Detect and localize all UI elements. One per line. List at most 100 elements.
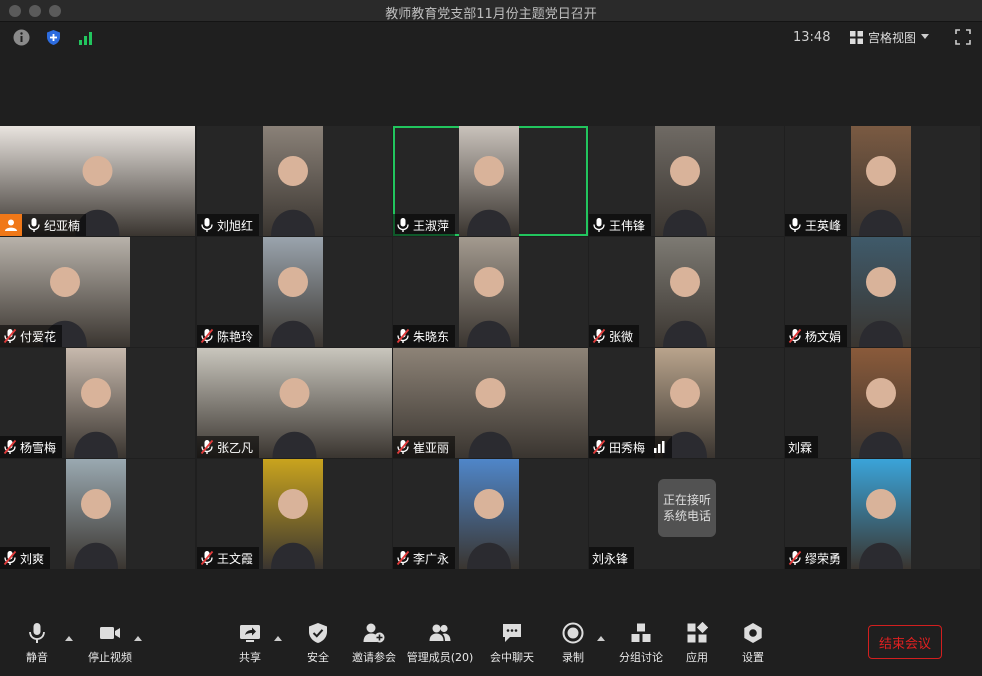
microphone-icon	[397, 218, 409, 232]
microphone-muted-icon	[396, 328, 410, 344]
participant-nameplate: 陈艳玲	[197, 325, 260, 347]
participant-video	[655, 237, 715, 347]
participant-name: 张乙凡	[217, 440, 254, 455]
participant-tile[interactable]: 刘旭红	[197, 126, 392, 236]
participant-tile[interactable]: 王伟锋	[589, 126, 784, 236]
participant-tile[interactable]: 正在接听系统电话刘永锋	[589, 459, 784, 569]
person-silhouette-icon	[663, 267, 707, 347]
settings-button[interactable]: 设置	[718, 622, 788, 672]
mute-button[interactable]: 静音	[2, 622, 72, 672]
record-icon	[562, 622, 584, 644]
connection-signal-icon[interactable]	[77, 29, 94, 46]
grid-view-icon	[850, 30, 863, 44]
participant-tile[interactable]: 朱晓东	[393, 237, 588, 347]
participant-tile[interactable]: 张微	[589, 237, 784, 347]
person-silhouette-icon	[74, 489, 118, 569]
person-silhouette-icon	[859, 156, 903, 236]
participant-name: 张微	[609, 329, 634, 344]
stop-video-button[interactable]: 停止视频	[75, 622, 145, 672]
participant-tile[interactable]: 缪荣勇	[785, 459, 980, 569]
participant-tile[interactable]: 王英峰	[785, 126, 980, 236]
gear-icon	[744, 623, 762, 643]
share-label: 共享	[239, 651, 261, 664]
security-label: 安全	[307, 651, 329, 664]
share-screen-icon	[240, 625, 260, 642]
end-meeting-button[interactable]: 结束会议	[868, 625, 942, 659]
participant-tile[interactable]: 刘爽	[0, 459, 195, 569]
participant-nameplate: 王文霞	[197, 547, 260, 569]
microphone-muted-icon	[592, 439, 606, 455]
manage-participants-label: 管理成员(20)	[406, 651, 474, 664]
participant-nameplate: 王淑萍	[393, 214, 456, 236]
apps-icon	[687, 622, 708, 643]
person-silhouette-icon	[663, 156, 707, 236]
person-silhouette-icon	[271, 156, 315, 236]
video-options-caret[interactable]	[134, 636, 142, 641]
participant-video	[263, 459, 323, 569]
meeting-top-bar: 13:48 宫格视图	[0, 22, 982, 52]
manage-participants-button[interactable]: 管理成员(20)	[405, 622, 475, 672]
participant-tile[interactable]: 王淑萍	[393, 126, 588, 236]
participant-name: 田秀梅	[609, 440, 646, 455]
microphone-muted-icon	[3, 439, 17, 455]
participant-nameplate: 王伟锋	[589, 214, 652, 236]
host-icon	[5, 219, 17, 231]
participant-tile[interactable]: 杨文娟	[785, 237, 980, 347]
security-shield-icon[interactable]	[45, 29, 62, 46]
video-grid: 纪亚楠 刘旭红 王淑萍 王伟锋 王英峰付爱花 陈艳玲 朱晓东 张微 杨文娟杨雪梅 张乙凡 崔亚丽 田秀…	[0, 126, 982, 571]
share-options-caret[interactable]	[274, 636, 282, 641]
microphone-muted-icon	[788, 550, 802, 566]
chat-button[interactable]: 会中聊天	[477, 622, 547, 672]
participant-tile[interactable]: 张乙凡	[197, 348, 392, 458]
microphone-muted-icon	[396, 550, 410, 566]
invite-button[interactable]: 邀请参会	[339, 622, 409, 672]
view-mode-label: 宫格视图	[868, 30, 917, 45]
stop-video-label: 停止视频	[88, 651, 132, 664]
participant-name: 刘永锋	[592, 551, 629, 566]
participant-tile[interactable]: 陈艳玲	[197, 237, 392, 347]
microphone-icon	[201, 218, 213, 232]
participant-nameplate: 朱晓东	[393, 325, 456, 347]
settings-label: 设置	[742, 651, 764, 664]
participant-tile[interactable]: 王文霞	[197, 459, 392, 569]
participant-video	[66, 348, 126, 458]
share-button[interactable]: 共享	[215, 622, 285, 672]
phone-call-indicator: 正在接听系统电话	[658, 479, 716, 537]
participant-tile[interactable]: 付爱花	[0, 237, 195, 347]
apps-label: 应用	[686, 651, 708, 664]
person-silhouette-icon	[467, 489, 511, 569]
participant-video	[655, 126, 715, 236]
participant-video	[263, 237, 323, 347]
info-icon[interactable]	[13, 29, 30, 46]
person-silhouette-icon	[859, 378, 903, 458]
participant-name: 李广永	[413, 551, 450, 566]
breakout-rooms-icon	[631, 623, 651, 642]
participant-tile[interactable]: 田秀梅	[589, 348, 784, 458]
participant-nameplate: 田秀梅	[589, 436, 673, 458]
participant-tile[interactable]: 李广永	[393, 459, 588, 569]
participants-icon	[429, 624, 451, 641]
participant-tile[interactable]: 杨雪梅	[0, 348, 195, 458]
record-options-caret[interactable]	[597, 636, 605, 641]
microphone-icon	[789, 218, 801, 232]
participant-tile[interactable]: 崔亚丽	[393, 348, 588, 458]
view-mode-button[interactable]: 宫格视图	[850, 28, 930, 46]
breakout-rooms-label: 分组讨论	[619, 651, 663, 664]
participant-name: 陈艳玲	[217, 329, 254, 344]
record-button[interactable]: 录制	[538, 622, 608, 672]
participant-nameplate: 张微	[589, 325, 640, 347]
participant-name: 王英峰	[805, 218, 842, 233]
microphone-muted-icon	[200, 439, 214, 455]
participant-tile[interactable]: 刘霖	[785, 348, 980, 458]
participant-name: 刘霖	[788, 440, 813, 455]
audio-options-caret[interactable]	[65, 636, 73, 641]
person-silhouette-icon	[271, 489, 315, 569]
participant-video	[851, 348, 911, 458]
participant-nameplate: 刘永锋	[589, 547, 635, 569]
chat-label: 会中聊天	[490, 651, 534, 664]
participant-name: 王文霞	[217, 551, 254, 566]
participant-tile[interactable]: 纪亚楠	[0, 126, 195, 236]
chevron-down-icon	[921, 34, 930, 39]
fullscreen-icon[interactable]	[955, 29, 971, 45]
audio-level-icon	[654, 441, 665, 453]
